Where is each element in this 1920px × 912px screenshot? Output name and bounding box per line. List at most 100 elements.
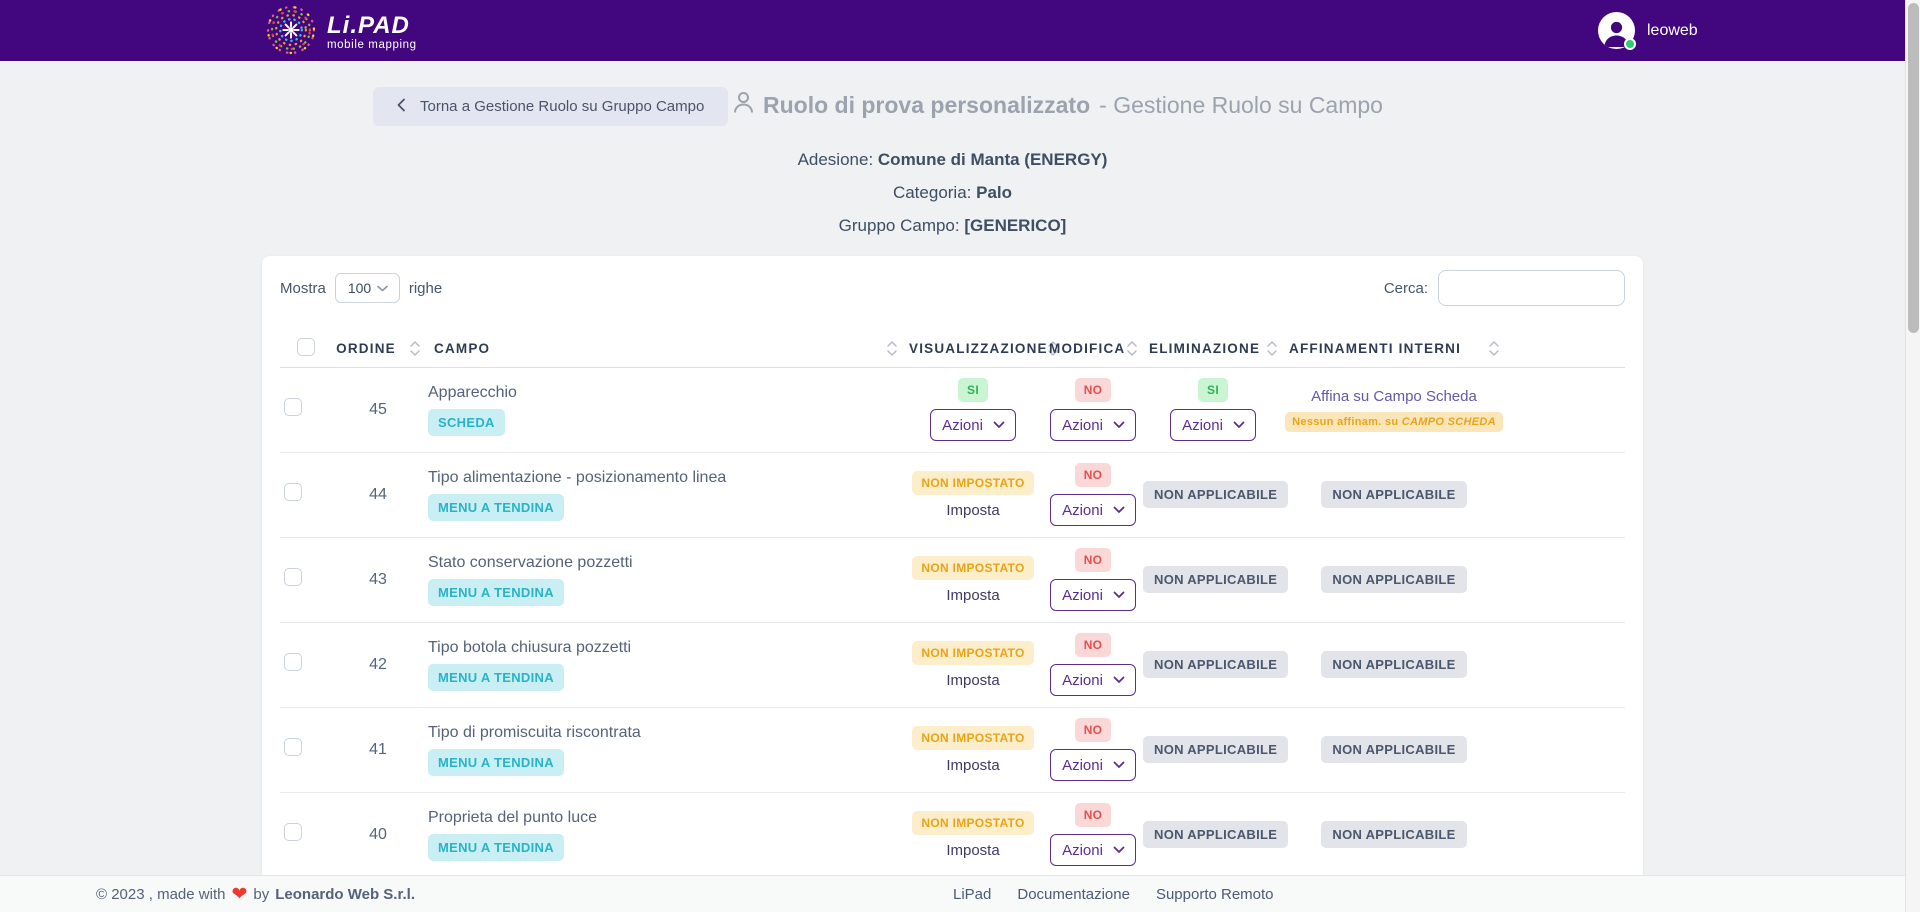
imposta-link[interactable]: Imposta: [946, 757, 999, 774]
row-checkbox[interactable]: [284, 823, 302, 841]
imposta-link[interactable]: Imposta: [946, 672, 999, 689]
status-badge: NON IMPOSTATO: [912, 811, 1033, 835]
row-campo: Tipo botola chiusura pozzetti MENU A TEN…: [428, 622, 903, 707]
row-checkbox[interactable]: [284, 738, 302, 756]
sort-icon: [1267, 341, 1277, 356]
meta-gruppo-campo: Gruppo Campo: [GENERICO]: [0, 209, 1905, 242]
azioni-select[interactable]: Azioni: [1050, 579, 1136, 611]
logo-name: Li.PAD: [327, 14, 417, 38]
vertical-scrollbar[interactable]: [1905, 0, 1920, 912]
user-name: leoweb: [1647, 22, 1698, 40]
cell-modifica: NO Azioni: [1043, 367, 1143, 452]
cell-affinamenti: NON APPLICABILE: [1283, 707, 1625, 792]
footer-link-supporto-remoto[interactable]: Supporto Remoto: [1156, 886, 1274, 903]
azioni-select[interactable]: Azioni: [1050, 749, 1136, 781]
search-input[interactable]: [1438, 270, 1625, 306]
status-badge: NON APPLICABILE: [1143, 821, 1288, 848]
cell-modifica: NO Azioni: [1043, 622, 1143, 707]
cell-visualizzazione: NON IMPOSTATOImposta: [903, 622, 1043, 707]
campo-name: Apparecchio: [428, 384, 903, 402]
row-campo: Proprieta del punto luce MENU A TENDINA: [428, 792, 903, 877]
status-badge: NON APPLICABILE: [1143, 736, 1288, 763]
select-all-checkbox[interactable]: [297, 338, 315, 356]
status-badge: NON APPLICABILE: [1321, 821, 1466, 848]
col-header-visualizzazione[interactable]: VISUALIZZAZIONE: [903, 330, 1043, 367]
azioni-select[interactable]: Azioni: [1050, 494, 1136, 526]
affina-link[interactable]: Affina su Campo Scheda: [1311, 388, 1477, 405]
logo-starburst-icon: [264, 3, 318, 62]
row-ordine: 44: [328, 452, 428, 537]
col-header-eliminazione[interactable]: ELIMINAZIONE: [1143, 330, 1283, 367]
online-status-dot: [1624, 38, 1636, 50]
row-campo: Apparecchio SCHEDA: [428, 367, 903, 452]
row-campo: Stato conservazione pozzetti MENU A TEND…: [428, 537, 903, 622]
cell-eliminazione: NON APPLICABILE: [1143, 792, 1283, 877]
meta-categoria: Categoria: Palo: [0, 176, 1905, 209]
cell-visualizzazione: NON IMPOSTATO Imposta: [903, 707, 1043, 792]
copyright: © 2023 , made with ❤ by Leonardo Web S.r…: [96, 876, 415, 912]
campo-name: Tipo alimentazione - posizionamento line…: [428, 469, 903, 487]
azioni-select[interactable]: Azioni: [1050, 664, 1136, 696]
cell-affinamenti: NON APPLICABILE: [1283, 452, 1625, 537]
imposta-link[interactable]: Imposta: [946, 842, 999, 859]
page-footer: © 2023 , made with ❤ by Leonardo Web S.r…: [0, 875, 1905, 912]
azioni-select[interactable]: Azioni: [930, 409, 1016, 441]
status-badge: NON IMPOSTATO: [912, 726, 1033, 750]
cell-modifica: NOAzioni: [1043, 537, 1143, 622]
status-badge: SI: [958, 378, 988, 402]
col-header-ordine[interactable]: ORDINE: [328, 330, 428, 367]
col-header-campo[interactable]: CAMPO: [428, 330, 903, 367]
sort-icon: [1489, 341, 1499, 356]
rows-label: righe: [409, 280, 442, 297]
status-badge: NON APPLICABILE: [1143, 481, 1288, 508]
app-logo[interactable]: Li.PAD mobile mapping: [264, 3, 417, 62]
col-header-modifica[interactable]: MODIFICA: [1043, 330, 1143, 367]
imposta-link[interactable]: Imposta: [946, 587, 999, 604]
table-row: 41 Tipo di promiscuita riscontrata MENU …: [280, 707, 1625, 792]
status-badge: NO: [1075, 803, 1112, 827]
row-select-cell: [280, 452, 328, 537]
affinamenti-note-badge: Nessun affinam. su CAMPO SCHEDA: [1285, 412, 1503, 432]
imposta-link[interactable]: Imposta: [946, 502, 999, 519]
cell-visualizzazione: SI Azioni: [903, 367, 1043, 452]
scrollbar-thumb[interactable]: [1908, 3, 1919, 333]
footer-link-documentazione[interactable]: Documentazione: [1017, 886, 1130, 903]
status-badge: NO: [1075, 633, 1112, 657]
row-ordine: 45: [328, 367, 428, 452]
col-header-affinamenti[interactable]: AFFINAMENTI INTERNI: [1283, 330, 1625, 367]
row-checkbox[interactable]: [284, 483, 302, 501]
back-button-label: Torna a Gestione Ruolo su Gruppo Campo: [420, 98, 704, 115]
status-badge: NO: [1075, 718, 1112, 742]
row-select-cell: [280, 707, 328, 792]
status-badge: NO: [1075, 378, 1112, 402]
table-row: 42 Tipo botola chiusura pozzetti MENU A …: [280, 622, 1625, 707]
row-select-cell: [280, 622, 328, 707]
azioni-select[interactable]: Azioni: [1050, 834, 1136, 866]
row-checkbox[interactable]: [284, 568, 302, 586]
sort-icon: [1127, 341, 1137, 356]
user-menu[interactable]: leoweb: [1598, 12, 1698, 49]
row-checkbox[interactable]: [284, 398, 302, 416]
search-label: Cerca:: [1384, 280, 1428, 297]
azioni-select[interactable]: Azioni: [1050, 409, 1136, 441]
cell-eliminazione: NON APPLICABILE: [1143, 707, 1283, 792]
role-name: Ruolo di prova personalizzato: [763, 92, 1090, 119]
back-button[interactable]: Torna a Gestione Ruolo su Gruppo Campo: [373, 87, 728, 126]
row-checkbox[interactable]: [284, 653, 302, 671]
footer-link-lipad[interactable]: LiPad: [953, 886, 991, 903]
campo-type-badge: MENU A TENDINA: [428, 749, 564, 776]
roles-table: ORDINE CAMPO: [280, 330, 1625, 878]
sort-icon: [410, 341, 420, 356]
company-name: Leonardo Web S.r.l.: [275, 886, 415, 903]
azioni-select[interactable]: Azioni: [1170, 409, 1256, 441]
avatar: [1598, 12, 1635, 49]
status-badge: NON APPLICABILE: [1321, 481, 1466, 508]
campo-type-badge: MENU A TENDINA: [428, 579, 564, 606]
page-size-select[interactable]: 100: [335, 273, 400, 303]
status-badge: NON APPLICABILE: [1321, 566, 1466, 593]
page-title-rest: - Gestione Ruolo su Campo: [1099, 92, 1383, 119]
cell-eliminazione: NON APPLICABILE: [1143, 537, 1283, 622]
row-ordine: 43: [328, 537, 428, 622]
row-ordine: 40: [328, 792, 428, 877]
table-row: 40 Proprieta del punto luce MENU A TENDI…: [280, 792, 1625, 877]
